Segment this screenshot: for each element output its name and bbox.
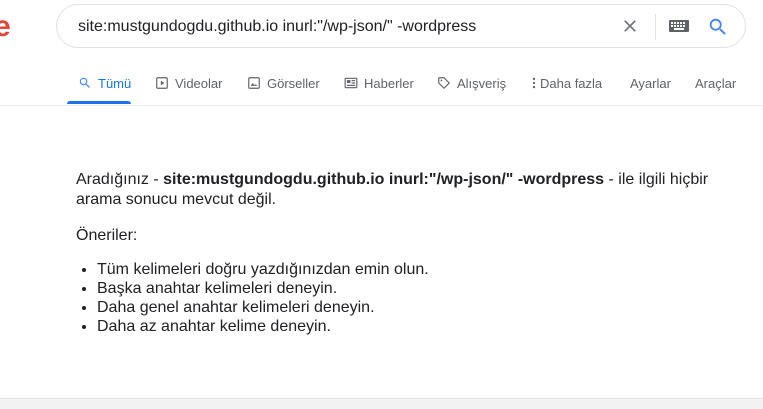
tab-alisveris[interactable]: Alışveriş — [437, 74, 506, 92]
search-input[interactable]: site:mustgundogdu.github.io inurl:"/wp-j… — [78, 18, 476, 36]
active-tab-indicator — [67, 101, 131, 104]
search-icon[interactable] — [707, 16, 729, 38]
no-results-panel: Aradığınız - site:mustgundogdu.github.io… — [76, 170, 726, 336]
suggestion-item: Daha az anahtar kelime deneyin. — [97, 317, 726, 336]
tab-daha-fazla[interactable]: Daha fazla — [530, 74, 602, 92]
clear-icon[interactable] — [620, 16, 640, 36]
suggestion-item: Daha genel anahtar kelimeleri deneyin. — [97, 298, 726, 317]
news-icon — [344, 77, 358, 89]
no-results-message: Aradığınız - site:mustgundogdu.github.io… — [76, 170, 726, 210]
shopping-tag-icon — [438, 77, 450, 89]
tab-araclar[interactable]: Araçlar — [695, 74, 736, 92]
search-tabs: Tümü Videolar Görseller Haberler Alışver… — [0, 60, 763, 106]
no-results-prefix: Aradığınız - — [76, 171, 164, 188]
tab-ayarlar[interactable]: Ayarlar — [630, 74, 671, 92]
tab-label: Tümü — [98, 75, 132, 91]
tab-haberler[interactable]: Haberler — [344, 74, 414, 92]
tab-videolar[interactable]: Videolar — [155, 74, 222, 92]
tab-label: Görseller — [267, 75, 320, 91]
suggestions-title: Öneriler: — [76, 227, 138, 244]
tab-gorseller[interactable]: Görseller — [247, 74, 320, 92]
search-box-divider — [655, 14, 656, 40]
search-box[interactable]: site:mustgundogdu.github.io inurl:"/wp-j… — [56, 4, 746, 48]
image-icon — [248, 77, 260, 89]
tabs-divider — [0, 105, 763, 106]
tab-label: Haberler — [364, 75, 414, 91]
search-icon — [79, 77, 90, 88]
keyboard-icon[interactable] — [669, 19, 689, 33]
tab-tumu[interactable]: Tümü — [78, 74, 131, 92]
google-logo-fragment[interactable]: e — [0, 12, 11, 42]
no-results-query: site:mustgundogdu.github.io inurl:"/wp-j… — [163, 171, 605, 188]
more-vert-icon — [532, 77, 536, 89]
video-icon — [156, 77, 168, 89]
suggestions-list: Tüm kelimeleri doğru yazdığınızdan emin … — [76, 260, 726, 336]
tab-label: Daha fazla — [540, 75, 603, 91]
suggestion-item: Tüm kelimeleri doğru yazdığınızdan emin … — [97, 260, 726, 279]
tab-label: Ayarlar — [630, 75, 671, 91]
footer-bar — [0, 398, 763, 409]
tab-label: Alışveriş — [457, 75, 507, 91]
suggestion-item: Başka anahtar kelimeleri deneyin. — [97, 279, 726, 298]
tab-label: Araçlar — [695, 75, 737, 91]
tab-label: Videolar — [175, 75, 223, 91]
